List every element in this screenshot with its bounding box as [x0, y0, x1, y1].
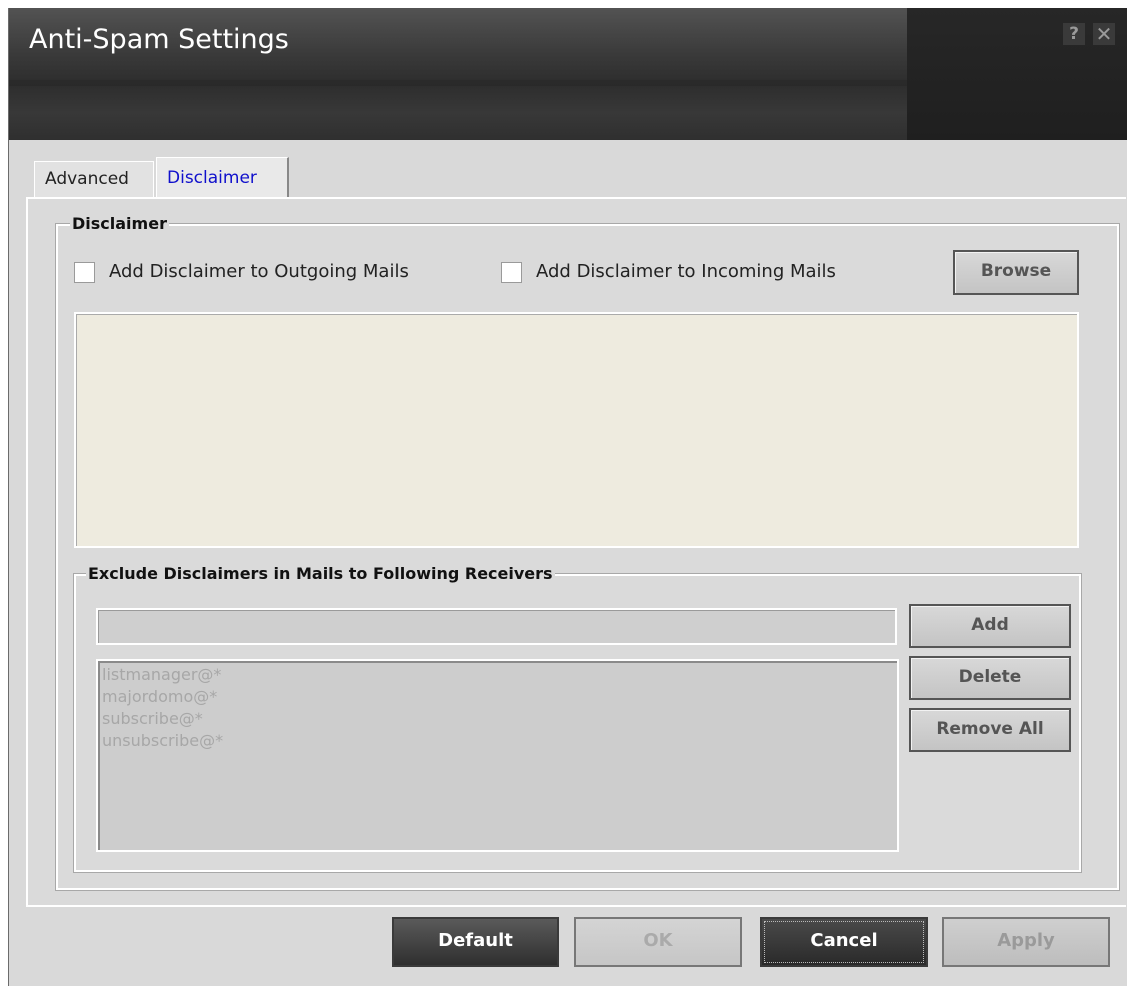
exclude-receivers-title: Exclude Disclaimers in Mails to Followin… — [86, 564, 555, 583]
help-icon[interactable]: ? — [1063, 23, 1085, 45]
incoming-disclaimer-label: Add Disclaimer to Incoming Mails — [536, 261, 836, 282]
excluded-receivers-list[interactable]: listmanager@* majordomo@* subscribe@* un… — [96, 659, 899, 852]
tab-advanced[interactable]: Advanced — [34, 161, 154, 197]
delete-button[interactable]: Delete — [909, 656, 1071, 700]
window-title: Anti-Spam Settings — [29, 24, 289, 55]
outgoing-disclaimer-checkbox[interactable] — [74, 262, 95, 283]
browse-button[interactable]: Browse — [953, 250, 1079, 295]
apply-button[interactable]: Apply — [942, 917, 1110, 967]
receiver-input[interactable] — [96, 608, 897, 645]
disclaimer-tab-panel: Disclaimer Add Disclaimer to Outgoing Ma… — [26, 197, 1126, 907]
title-bar: Anti-Spam Settings ? ✕ — [9, 8, 1127, 140]
disclaimer-group: Disclaimer Add Disclaimer to Outgoing Ma… — [55, 214, 1120, 891]
list-item[interactable]: unsubscribe@* — [102, 730, 893, 752]
tab-disclaimer[interactable]: Disclaimer — [156, 157, 289, 197]
remove-all-button[interactable]: Remove All — [909, 708, 1071, 752]
cancel-button[interactable]: Cancel — [760, 917, 928, 967]
close-icon[interactable]: ✕ — [1093, 23, 1115, 45]
list-item[interactable]: subscribe@* — [102, 708, 893, 730]
anti-spam-settings-window: Anti-Spam Settings ? ✕ Advanced Disclaim… — [8, 8, 1127, 986]
ok-button[interactable]: OK — [574, 917, 742, 967]
default-button[interactable]: Default — [392, 917, 559, 967]
list-item[interactable]: listmanager@* — [102, 664, 893, 686]
disclaimer-group-title: Disclaimer — [70, 214, 169, 233]
add-button[interactable]: Add — [909, 604, 1071, 648]
list-item[interactable]: majordomo@* — [102, 686, 893, 708]
disclaimer-text-area[interactable] — [74, 312, 1079, 548]
incoming-disclaimer-checkbox[interactable] — [501, 262, 522, 283]
outgoing-disclaimer-label: Add Disclaimer to Outgoing Mails — [109, 261, 409, 282]
exclude-receivers-group: Exclude Disclaimers in Mails to Followin… — [73, 564, 1082, 873]
